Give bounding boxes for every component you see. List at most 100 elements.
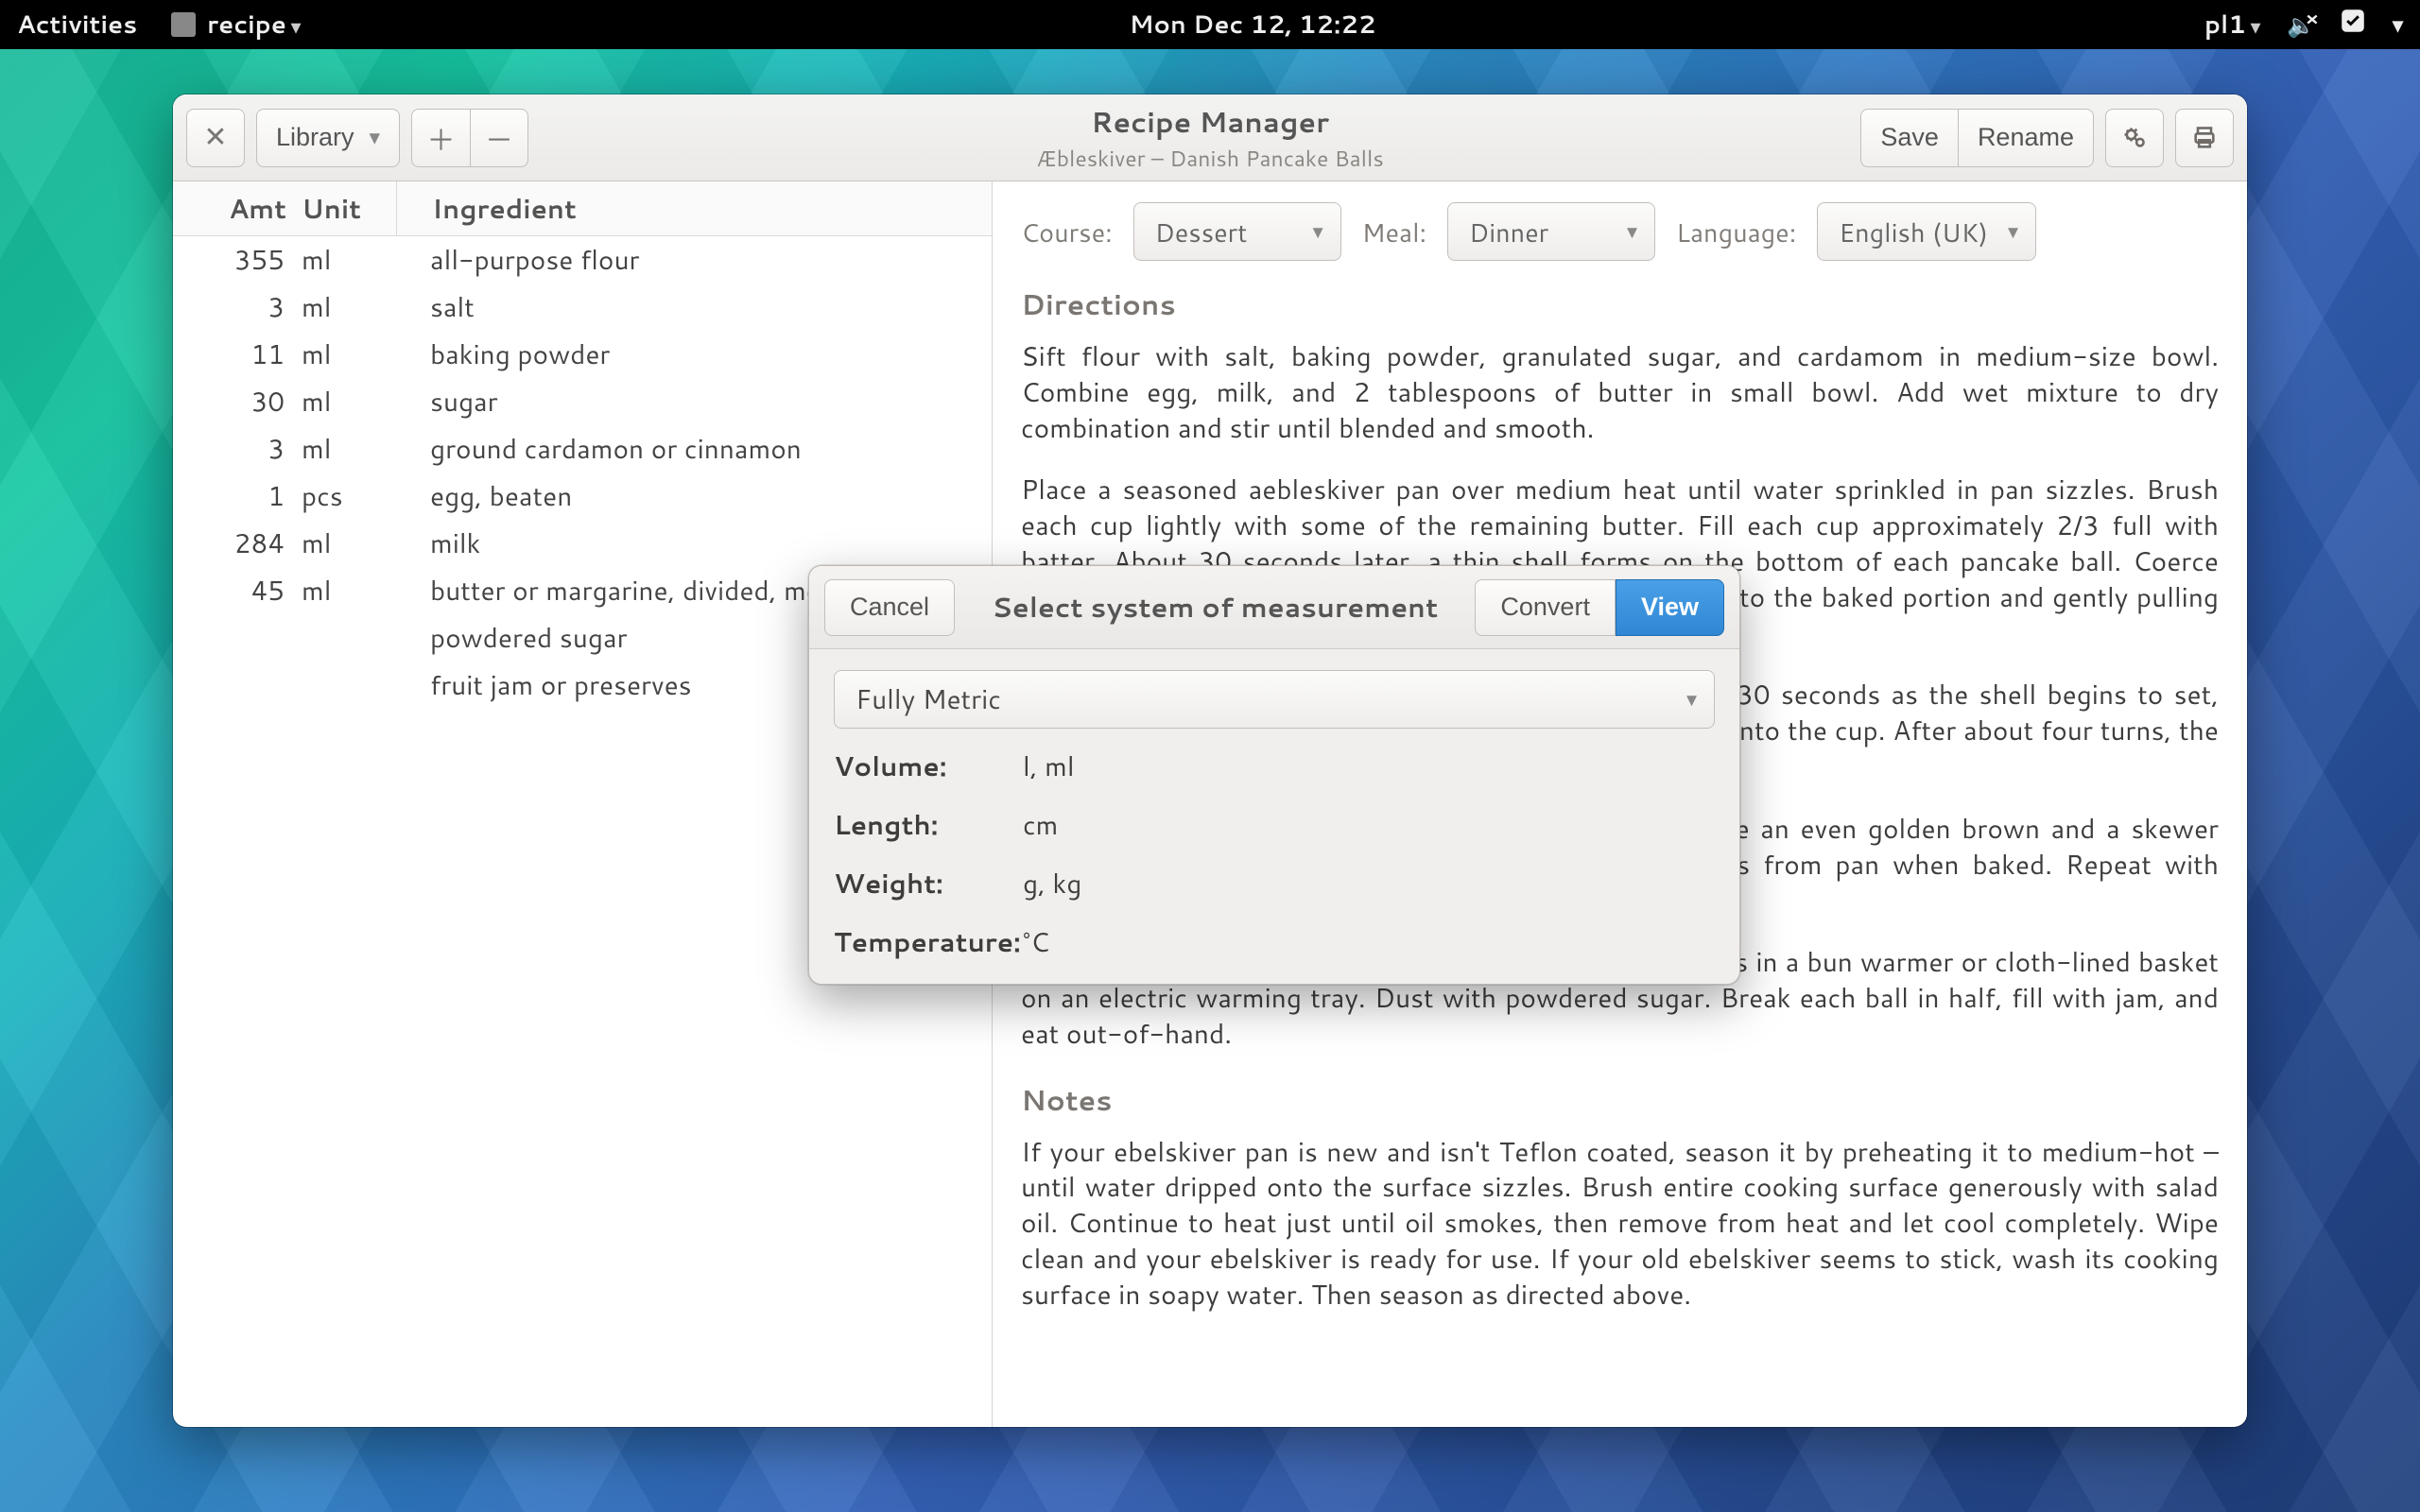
col-amt[interactable]: Amt: [173, 190, 292, 228]
dialog-body: Fully Metric Volume: l, ml Length: cm We…: [809, 649, 1739, 984]
language-value: English (UK): [1839, 214, 1988, 250]
meal-label: Meal:: [1362, 214, 1426, 250]
ingredient-amt: 30: [173, 383, 292, 421]
ingredient-name: all-purpose flour: [424, 241, 977, 279]
volume-muted-icon[interactable]: [2287, 8, 2313, 42]
activities-button[interactable]: Activities: [17, 8, 137, 42]
app-icon: [171, 12, 196, 37]
checkbox-tray-icon[interactable]: [2340, 8, 2366, 43]
cancel-button[interactable]: Cancel: [824, 579, 955, 636]
ingredient-unit: ml: [292, 524, 396, 562]
rename-label: Rename: [1978, 123, 2074, 152]
clock[interactable]: Mon Dec 12, 12:22: [301, 8, 2204, 42]
settings-button[interactable]: [2105, 109, 2164, 167]
temperature-key: Temperature:: [834, 923, 1023, 961]
system-value: Fully Metric: [856, 680, 1001, 718]
ingredient-unit: ml: [292, 572, 396, 610]
save-label: Save: [1880, 123, 1939, 152]
add-button[interactable]: ＋: [411, 109, 470, 167]
ingredient-row[interactable]: 11ml baking powder: [173, 331, 992, 378]
ingredient-amt: 45: [173, 572, 292, 610]
meal-value: Dinner: [1469, 214, 1548, 250]
system-combobox[interactable]: Fully Metric: [834, 670, 1715, 729]
save-rename-group: Save Rename: [1860, 109, 2094, 167]
course-label: Course:: [1021, 214, 1113, 250]
library-button[interactable]: Library: [256, 109, 400, 167]
ingredient-name: salt: [424, 288, 977, 326]
app-menu[interactable]: recipe: [171, 8, 301, 42]
language-combobox[interactable]: English (UK): [1817, 202, 2036, 261]
course-combobox[interactable]: Dessert: [1133, 202, 1341, 261]
app-menu-label: recipe: [207, 8, 301, 42]
ingredient-row[interactable]: 1pcs egg, beaten: [173, 472, 992, 520]
length-key: Length:: [834, 806, 1023, 844]
gears-icon: [2121, 125, 2148, 151]
view-button[interactable]: View: [1616, 579, 1724, 636]
notes-heading: Notes: [1021, 1079, 2219, 1120]
convert-view-group: Convert View: [1475, 579, 1724, 636]
close-button[interactable]: ✕: [186, 109, 245, 167]
ingredients-header-row: Amt Unit Ingredient: [173, 181, 992, 236]
volume-key: Volume:: [834, 747, 1023, 785]
ingredient-unit: ml: [292, 288, 396, 326]
ingredient-unit: ml: [292, 241, 396, 279]
meta-row: Course: Dessert Meal: Dinner Language: E…: [1021, 202, 2219, 261]
ingredient-amt: 11: [173, 335, 292, 373]
ingredient-unit: pcs: [292, 477, 396, 515]
course-value: Dessert: [1155, 214, 1248, 250]
ingredient-unit: ml: [292, 430, 396, 468]
weight-value: g, kg: [1023, 865, 1715, 902]
length-value: cm: [1023, 806, 1715, 844]
col-unit[interactable]: Unit: [292, 190, 396, 228]
ingredient-row[interactable]: 3ml ground cardamon or cinnamon: [173, 425, 992, 472]
temperature-value: °C: [1023, 923, 1715, 961]
notes-paragraph: If your ebelskiver pan is new and isn't …: [1021, 1135, 2219, 1314]
ingredient-row[interactable]: 355ml all-purpose flour: [173, 236, 992, 284]
measurement-system-dialog: Cancel Select system of measurement Conv…: [808, 565, 1740, 985]
language-label: Language:: [1676, 214, 1796, 250]
save-button[interactable]: Save: [1860, 109, 1958, 167]
ingredient-amt: 3: [173, 430, 292, 468]
ingredient-amt: 1: [173, 477, 292, 515]
convert-label: Convert: [1500, 593, 1590, 622]
add-remove-group: ＋ －: [411, 109, 528, 167]
ingredient-name: ground cardamon or cinnamon: [424, 430, 977, 468]
printer-icon: [2191, 125, 2218, 151]
units-grid: Volume: l, ml Length: cm Weight: g, kg T…: [834, 747, 1715, 961]
gnome-top-bar: Activities recipe Mon Dec 12, 12:22 pl1 …: [0, 0, 2420, 49]
rename-button[interactable]: Rename: [1958, 109, 2094, 167]
ingredient-name: milk: [424, 524, 977, 562]
view-label: View: [1641, 593, 1699, 622]
desktop-wallpaper: ✕ Library ＋ － Recipe Manager Æbleskiver …: [0, 49, 2420, 1512]
meal-combobox[interactable]: Dinner: [1447, 202, 1655, 261]
headerbar: ✕ Library ＋ － Recipe Manager Æbleskiver …: [173, 94, 2247, 181]
dialog-headerbar: Cancel Select system of measurement Conv…: [809, 566, 1739, 649]
plus-icon: ＋: [427, 117, 456, 159]
keyboard-layout-indicator[interactable]: pl1: [2204, 8, 2260, 42]
volume-value: l, ml: [1023, 747, 1715, 785]
ingredient-unit: ml: [292, 383, 396, 421]
col-ingredient[interactable]: Ingredient: [424, 190, 977, 228]
ingredient-amt: 284: [173, 524, 292, 562]
convert-button[interactable]: Convert: [1475, 579, 1616, 636]
print-button[interactable]: [2175, 109, 2234, 167]
minus-icon: －: [485, 117, 513, 159]
weight-key: Weight:: [834, 865, 1023, 902]
system-menu-caret-icon[interactable]: ▾: [2393, 10, 2403, 40]
ingredient-row[interactable]: 3mlsalt: [173, 284, 992, 331]
ingredient-name: sugar: [424, 383, 977, 421]
ingredient-row[interactable]: 284mlmilk: [173, 520, 992, 567]
ingredient-name: egg, beaten: [424, 477, 977, 515]
ingredient-name: baking powder: [424, 335, 977, 373]
directions-paragraph: Sift flour with salt, baking powder, gra…: [1021, 339, 2219, 446]
cancel-label: Cancel: [850, 593, 929, 622]
ingredient-amt: 355: [173, 241, 292, 279]
remove-button[interactable]: －: [470, 109, 528, 167]
directions-heading: Directions: [1021, 284, 2219, 324]
ingredient-unit: ml: [292, 335, 396, 373]
library-label: Library: [276, 123, 354, 152]
ingredient-row[interactable]: 30mlsugar: [173, 378, 992, 425]
close-icon: ✕: [203, 121, 227, 154]
ingredient-amt: 3: [173, 288, 292, 326]
dialog-title: Select system of measurement: [968, 588, 1461, 627]
